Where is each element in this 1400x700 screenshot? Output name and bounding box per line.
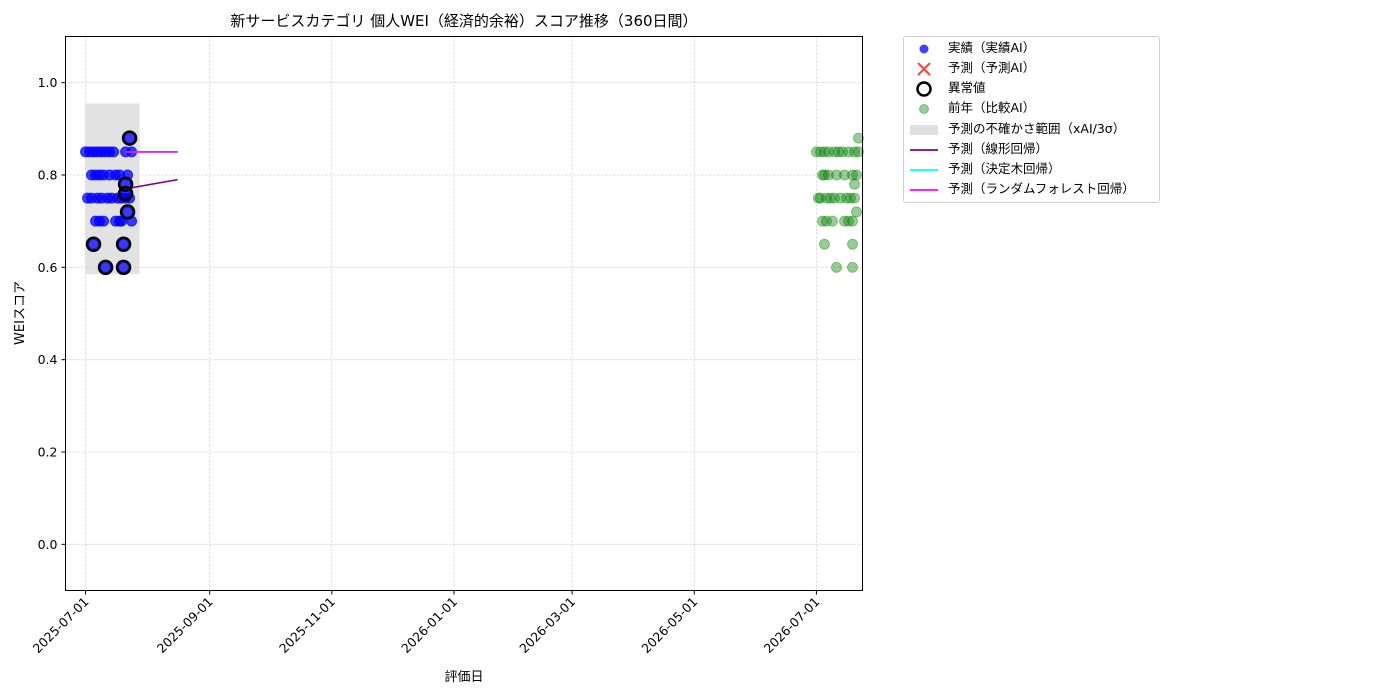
legend: 実績（実績AI） 予測（予測AI） 異常値 前年（比較AI） 予測の不確かさ範囲… [903, 36, 1160, 203]
legend-label-previous-year: 前年（比較AI） [948, 100, 1036, 115]
legend-label-linear: 予測（線形回帰） [948, 141, 1049, 156]
legend-symbol-forest [910, 189, 938, 191]
legend-item-forest: 予測（ランダムフォレスト回帰） [904, 179, 1159, 199]
y-axis-label: WEIスコア [13, 281, 28, 345]
actual-point [88, 238, 100, 250]
legend-label-actual: 実績（実績AI） [948, 40, 1036, 55]
legend-label-forecast-ai: 予測（予測AI） [948, 60, 1036, 75]
x-tick-label: 2026-07-01 [761, 594, 823, 656]
legend-symbol-actual [919, 44, 929, 54]
actual-point [108, 146, 120, 158]
chart-svg: 新サービスカテゴリ 個人WEI（経済的余裕）スコア推移（360日間） 2025-… [13, 12, 864, 685]
x-tick-label: 2025-11-01 [276, 594, 338, 656]
previous-year-point [850, 206, 862, 218]
legend-symbol-uncertainty [910, 125, 938, 135]
legend-label-forest: 予測（ランダムフォレスト回帰） [948, 181, 1135, 196]
legend-item-outlier: 異常値 [904, 78, 1159, 98]
actual-point [124, 132, 136, 144]
previous-year-point [818, 238, 830, 250]
previous-year-point [826, 215, 838, 227]
x-tick-label: 2026-05-01 [638, 594, 700, 656]
x-axis-ticks: 2025-07-01 2025-09-01 2025-11-01 2026-01-01… [30, 590, 823, 656]
actual-point [118, 238, 130, 250]
previous-year-point [846, 215, 858, 227]
legend-symbol-previous-year [919, 104, 929, 114]
data-marks [80, 130, 864, 276]
actual-point [122, 206, 134, 218]
previous-year-point [848, 192, 860, 204]
x-axis-label: 評価日 [444, 670, 483, 685]
legend-label-uncertainty: 予測の不確かさ範囲（xAI/3σ） [948, 121, 1126, 136]
x-tick-label: 2025-07-01 [30, 594, 92, 656]
y-tick-label: 0.4 [38, 352, 58, 367]
legend-item-linear: 予測（線形回帰） [904, 139, 1159, 159]
legend-label-outlier: 異常値 [948, 80, 986, 95]
plot-frame [65, 36, 863, 591]
previous-year-point [846, 261, 858, 273]
previous-year-point [852, 132, 864, 144]
y-tick-label: 0.0 [38, 537, 58, 552]
legend-symbol-linear [910, 149, 938, 151]
x-tick-label: 2026-03-01 [516, 594, 578, 656]
legend-item-previous-year: 前年（比較AI） [904, 98, 1159, 118]
actual-point [98, 215, 110, 227]
previous-year-point [850, 169, 862, 181]
y-tick-label: 0.8 [38, 168, 58, 183]
grid-lines [65, 36, 863, 591]
chart-title: 新サービスカテゴリ 個人WEI（経済的余裕）スコア推移（360日間） [230, 12, 697, 30]
previous-year-point [830, 261, 842, 273]
previous-year-point [852, 146, 864, 158]
x-tick-label: 2025-09-01 [154, 594, 216, 656]
legend-symbol-outlier [916, 81, 932, 97]
previous-year-point [848, 178, 860, 190]
y-tick-label: 1.0 [38, 75, 58, 90]
legend-item-forecast-ai: 予測（予測AI） [904, 58, 1159, 78]
x-tick-label: 2026-01-01 [398, 594, 460, 656]
legend-item-actual: 実績（実績AI） [904, 38, 1159, 58]
previous-year-point [846, 238, 858, 250]
actual-point [118, 261, 130, 273]
legend-symbol-forecast-ai [917, 62, 931, 76]
y-tick-label: 0.2 [38, 445, 58, 460]
actual-point [100, 261, 112, 273]
y-tick-label: 0.6 [38, 260, 58, 275]
legend-symbol-tree [910, 169, 938, 171]
legend-item-uncertainty: 予測の不確かさ範囲（xAI/3σ） [904, 119, 1159, 139]
y-axis-ticks: 0.0 0.2 0.4 0.6 0.8 1.0 [38, 75, 66, 552]
legend-label-tree: 予測（決定木回帰） [948, 161, 1061, 176]
legend-item-tree: 予測（決定木回帰） [904, 159, 1159, 179]
